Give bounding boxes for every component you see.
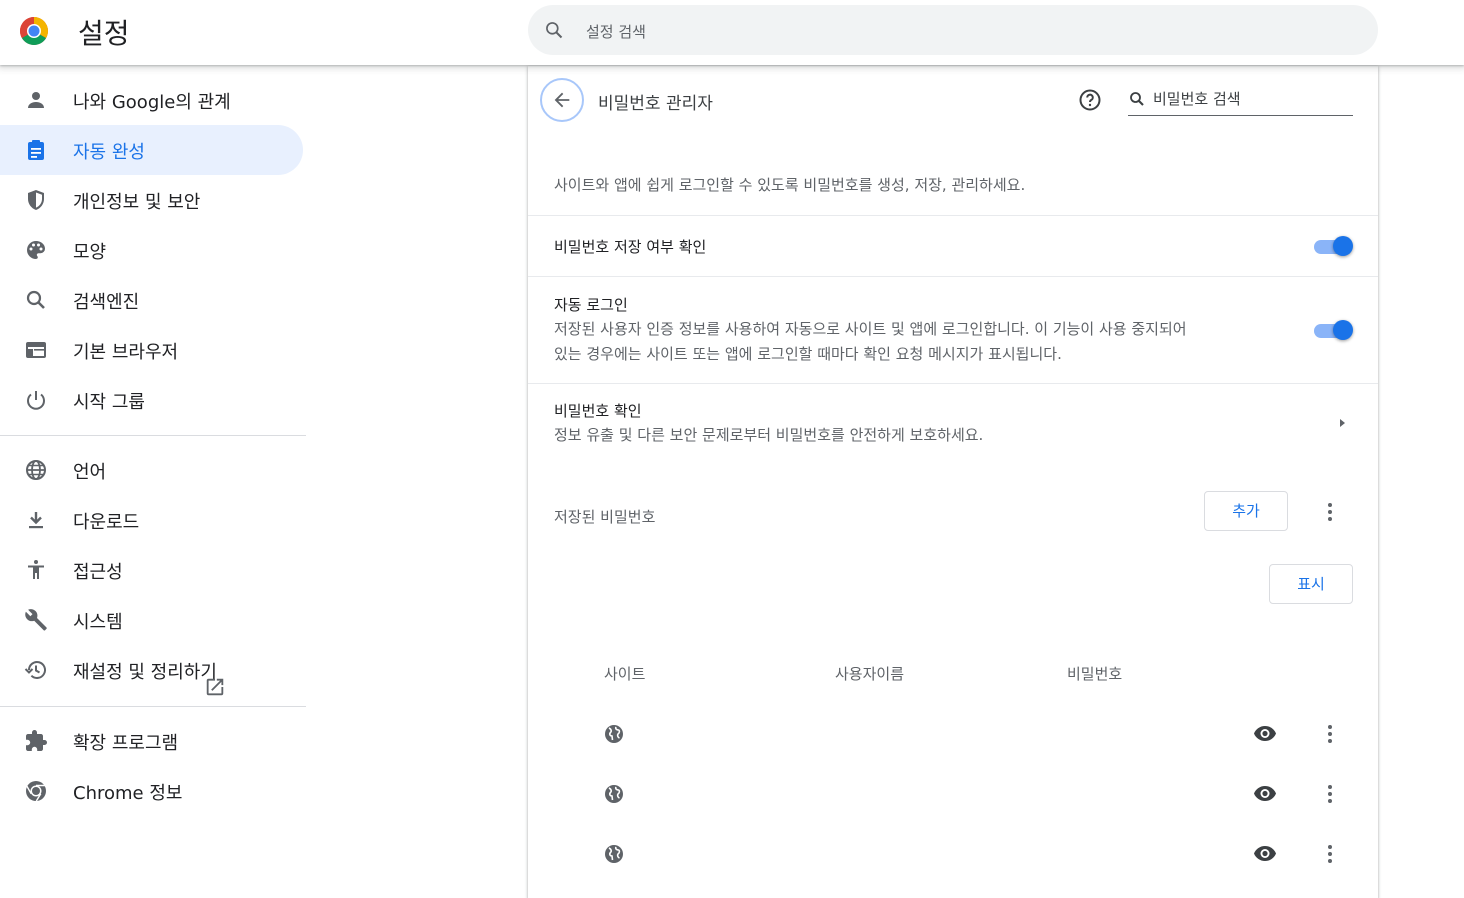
auto-signin-label: 자동 로그인 xyxy=(554,296,628,314)
sidebar-item-label: 기본 브라우저 xyxy=(73,342,179,363)
help-icon[interactable] xyxy=(1078,88,1102,112)
check-passwords-description: 정보 유출 및 다른 보안 문제로부터 비밀번호를 안전하게 보호하세요. xyxy=(554,426,984,444)
globe-icon xyxy=(605,845,623,863)
accessibility-icon xyxy=(28,560,44,579)
sidebar-item-accessibility[interactable]: 접근성 xyxy=(0,545,303,595)
sidebar-item-label: 자동 완성 xyxy=(73,142,145,163)
show-password-icon[interactable] xyxy=(1253,781,1277,805)
power-icon xyxy=(27,391,45,410)
toggle-knob xyxy=(1333,320,1353,340)
auto-signin-description-line1: 저장된 사용자 인증 정보를 사용하여 자동으로 사이트 및 앱에 로그인합니다… xyxy=(554,320,1187,338)
sidebar-item-label: 모양 xyxy=(73,242,107,263)
search-icon xyxy=(1130,92,1144,106)
sidebar-item-languages[interactable]: 언어 xyxy=(0,445,303,495)
column-header-password: 비밀번호 xyxy=(1067,665,1123,683)
sidebar-item-reset[interactable]: 재설정 및 정리하기 xyxy=(0,645,303,695)
sidebar-item-label: 시스템 xyxy=(73,612,123,633)
sidebar: 나와 Google의 관계 자동 완성 개인정보 및 보안 모양 검색엔진 기본… xyxy=(0,66,306,898)
sidebar-item-label: 확장 프로그램 xyxy=(73,733,179,754)
offer-to-save-label: 비밀번호 저장 여부 확인 xyxy=(554,238,707,256)
search-icon xyxy=(26,290,45,309)
sidebar-item-about-chrome[interactable]: Chrome 정보 xyxy=(0,766,303,816)
chrome-logo-icon xyxy=(20,17,48,45)
sidebar-item-autofill[interactable]: 자동 완성 xyxy=(0,125,303,175)
column-header-username: 사용자이름 xyxy=(835,665,905,683)
sidebar-item-downloads[interactable]: 다운로드 xyxy=(0,495,303,545)
chrome-icon xyxy=(26,781,46,802)
show-password-icon[interactable] xyxy=(1253,721,1277,745)
row-separator xyxy=(528,276,1378,277)
back-button[interactable] xyxy=(540,78,584,122)
toggle-knob xyxy=(1333,236,1353,256)
wrench-icon xyxy=(25,609,47,631)
sidebar-item-label: 접근성 xyxy=(73,562,123,583)
globe-icon xyxy=(26,460,46,480)
sidebar-item-default-browser[interactable]: 기본 브라우저 xyxy=(0,325,303,375)
password-search-placeholder: 비밀번호 검색 xyxy=(1153,90,1241,108)
browser-icon xyxy=(26,342,46,358)
sidebar-item-label: 개인정보 및 보안 xyxy=(73,192,201,213)
more-vert-icon[interactable] xyxy=(1318,842,1342,866)
sidebar-item-system[interactable]: 시스템 xyxy=(0,595,303,645)
puzzle-icon xyxy=(26,730,47,751)
chevron-right-icon[interactable] xyxy=(1336,416,1348,430)
sidebar-item-label: 다운로드 xyxy=(73,512,140,533)
globe-icon xyxy=(605,725,623,743)
sidebar-item-label: 검색엔진 xyxy=(73,292,140,313)
top-header: 설정 설정 검색 xyxy=(0,0,1464,65)
sidebar-divider xyxy=(0,706,306,707)
page-title: 설정 xyxy=(78,17,130,50)
sidebar-item-search-engine[interactable]: 검색엔진 xyxy=(0,275,303,325)
person-icon xyxy=(28,92,44,108)
sidebar-item-you-and-google[interactable]: 나와 Google의 관계 xyxy=(0,75,303,125)
password-search-input[interactable]: 비밀번호 검색 xyxy=(1128,84,1353,116)
offer-to-save-toggle[interactable] xyxy=(1314,235,1354,257)
globe-icon xyxy=(605,785,623,803)
clipboard-icon xyxy=(28,140,44,160)
row-separator xyxy=(528,383,1378,384)
page-description: 사이트와 앱에 쉽게 로그인할 수 있도록 비밀번호를 생성, 저장, 관리하세… xyxy=(554,176,1026,194)
saved-passwords-heading: 저장된 비밀번호 xyxy=(554,508,656,526)
more-vert-icon[interactable] xyxy=(1318,782,1342,806)
settings-search-input[interactable]: 설정 검색 xyxy=(528,5,1378,55)
sidebar-item-label: 재설정 및 정리하기 xyxy=(73,662,217,683)
open-in-new-icon[interactable] xyxy=(204,676,226,698)
column-header-site: 사이트 xyxy=(604,665,646,683)
show-password-icon[interactable] xyxy=(1253,841,1277,865)
auto-signin-description-line2: 있는 경우에는 사이트 또는 앱에 로그인할 때마다 확인 요청 메시지가 표시… xyxy=(554,345,1062,363)
sidebar-item-label: 언어 xyxy=(73,462,107,483)
sidebar-item-label: Chrome 정보 xyxy=(73,783,183,804)
sidebar-item-label: 나와 Google의 관계 xyxy=(73,92,231,113)
sidebar-item-extensions[interactable]: 확장 프로그램 xyxy=(0,716,303,766)
more-vert-icon[interactable] xyxy=(1318,722,1342,746)
row-separator xyxy=(528,215,1378,216)
shield-icon xyxy=(28,190,44,210)
sidebar-item-privacy[interactable]: 개인정보 및 보안 xyxy=(0,175,303,225)
sidebar-divider xyxy=(0,435,306,436)
search-placeholder: 설정 검색 xyxy=(586,23,646,41)
auto-signin-toggle[interactable] xyxy=(1314,319,1354,341)
download-icon xyxy=(29,512,43,529)
sidebar-item-on-startup[interactable]: 시작 그룹 xyxy=(0,375,303,425)
sidebar-item-label: 시작 그룹 xyxy=(73,392,145,413)
show-button[interactable]: 표시 xyxy=(1269,564,1353,604)
check-passwords-label[interactable]: 비밀번호 확인 xyxy=(554,400,642,421)
history-icon xyxy=(24,661,46,679)
palette-icon xyxy=(27,241,45,259)
sidebar-item-appearance[interactable]: 모양 xyxy=(0,225,303,275)
add-password-button[interactable]: 추가 xyxy=(1204,491,1288,531)
section-title: 비밀번호 관리자 xyxy=(598,94,713,114)
more-vert-icon[interactable] xyxy=(1318,500,1342,524)
password-manager-card: 비밀번호 관리자 비밀번호 검색 사이트와 앱에 쉽게 로그인할 수 있도록 비… xyxy=(528,66,1378,898)
arrow-back-icon xyxy=(554,92,570,108)
search-icon xyxy=(546,22,563,39)
